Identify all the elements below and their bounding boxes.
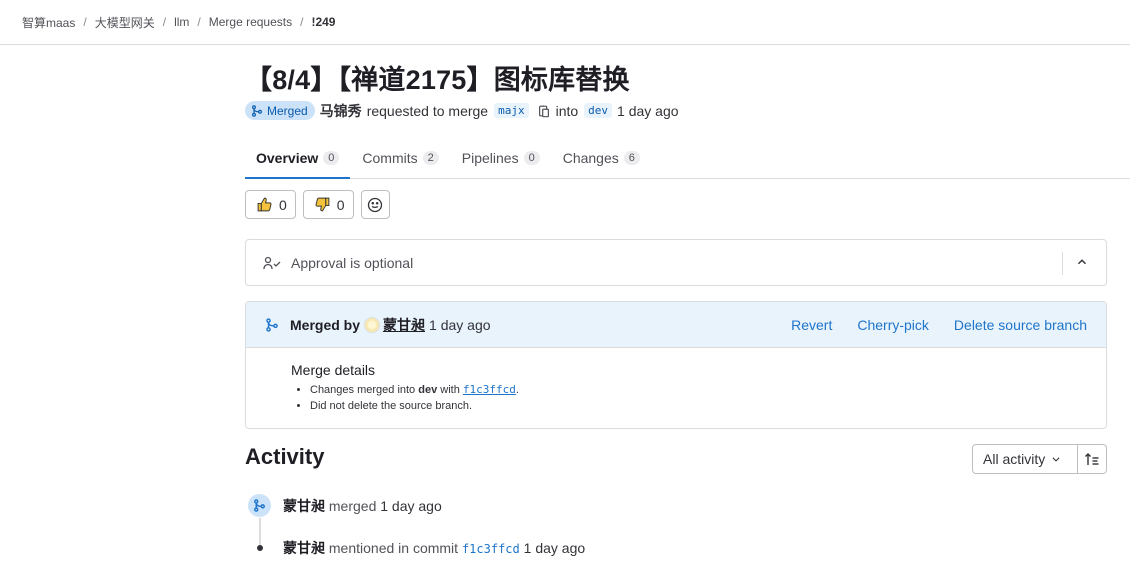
sort-icon [1085, 453, 1099, 465]
breadcrumb-separator: / [197, 15, 201, 29]
merge-details: Merge details Changes merged into dev wi… [246, 348, 1106, 412]
source-branch[interactable]: majx [494, 103, 529, 118]
tab-commits[interactable]: Commits 2 [351, 138, 449, 178]
delete-source-branch-button[interactable]: Delete source branch [954, 317, 1087, 333]
thumbs-down-icon [315, 197, 330, 212]
timeline-item: 蒙甘昶 mentioned in commit f1c3ffcd 1 day a… [283, 538, 585, 558]
breadcrumb-item-group[interactable]: 智算maas [22, 14, 75, 31]
into-text: into [555, 102, 579, 119]
detail-branch: dev [418, 384, 438, 396]
mr-time: 1 day ago [617, 102, 679, 119]
author-link[interactable]: 马锦秀 [320, 101, 362, 121]
cherry-pick-button[interactable]: Cherry-pick [857, 317, 929, 333]
timeline-merge-badge [248, 494, 271, 517]
merge-icon [252, 104, 262, 117]
copy-icon[interactable] [537, 104, 551, 118]
sort-direction-button[interactable] [1078, 444, 1107, 474]
thumbs-up-icon [257, 197, 272, 212]
tab-count: 0 [323, 151, 340, 165]
merged-by-user[interactable]: 蒙甘昶 [383, 315, 425, 335]
detail-text: . [515, 384, 519, 396]
add-reaction-button[interactable] [360, 190, 390, 219]
status-badge: Merged [245, 101, 315, 120]
merge-icon [266, 317, 278, 332]
breadcrumb-separator: / [300, 15, 304, 29]
merged-widget: Merged by 蒙甘昶 1 day ago Revert Cherry-pi… [245, 301, 1107, 429]
approval-divider [1062, 252, 1063, 275]
timeline-item: 蒙甘昶 merged 1 day ago [283, 496, 442, 516]
tab-label: Commits [362, 150, 418, 166]
thumbs-down-count: 0 [336, 196, 345, 213]
timeline-time: 1 day ago [523, 540, 586, 556]
tab-label: Overview [256, 150, 319, 166]
commit-sha-link[interactable]: f1c3ffcd [462, 542, 520, 556]
approval-icon [263, 256, 281, 269]
status-badge-label: Merged [267, 103, 308, 118]
timeline-user[interactable]: 蒙甘昶 [283, 540, 325, 556]
breadcrumb-item-current[interactable]: !249 [311, 15, 335, 29]
tab-label: Pipelines [461, 150, 519, 166]
merged-by-label: Merged by [290, 316, 361, 333]
breadcrumb-item-merge-requests[interactable]: Merge requests [209, 15, 292, 29]
timeline-time: 1 day ago [380, 498, 442, 514]
merge-icon [254, 499, 265, 512]
smiley-icon [367, 197, 383, 212]
breadcrumb-separator: / [162, 15, 167, 29]
tab-changes[interactable]: Changes 6 [552, 138, 651, 178]
activity-filter-label: All activity [983, 451, 1046, 467]
activity-controls: All activity [972, 444, 1107, 474]
mr-tabs: Overview 0 Commits 2 Pipelines 0 Changes… [245, 138, 1130, 179]
requested-text: requested to merge [366, 102, 489, 119]
tab-pipelines[interactable]: Pipelines 0 [451, 138, 551, 178]
tab-count: 2 [422, 151, 439, 165]
list-item: Changes merged into dev with f1c3ffcd. [310, 383, 1106, 396]
target-branch[interactable]: dev [584, 103, 613, 118]
timeline-dot [257, 545, 263, 551]
activity-title: Activity [245, 444, 325, 469]
tab-count: 6 [623, 151, 640, 165]
award-emoji-bar: 0 0 [245, 190, 390, 219]
merge-details-list: Changes merged into dev with f1c3ffcd. D… [291, 383, 1106, 412]
thumbs-up-button[interactable]: 0 [245, 190, 296, 219]
page-title: 【8/4】【禅道2175】图标库替换 [245, 65, 630, 95]
timeline-user[interactable]: 蒙甘昶 [283, 498, 325, 514]
merged-time: 1 day ago [429, 316, 491, 333]
revert-button[interactable]: Revert [791, 317, 832, 333]
mr-meta: Merged 马锦秀 requested to merge majx into … [245, 100, 679, 121]
approval-widget: Approval is optional [245, 239, 1107, 286]
chevron-up-icon[interactable] [1075, 255, 1089, 269]
thumbs-down-button[interactable]: 0 [302, 190, 354, 219]
commit-sha-link[interactable]: f1c3ffcd [463, 383, 516, 396]
timeline-action: mentioned in commit [328, 540, 459, 556]
activity-filter-dropdown[interactable]: All activity [972, 444, 1078, 474]
detail-text: with [440, 384, 460, 396]
breadcrumb-item-subgroup[interactable]: 大模型网关 [95, 14, 155, 31]
avatar[interactable] [364, 316, 381, 333]
tab-count: 0 [523, 151, 540, 165]
timeline-connector [259, 518, 261, 546]
merged-actions: Revert Cherry-pick Delete source branch [791, 302, 1087, 348]
tab-overview[interactable]: Overview 0 [245, 138, 351, 179]
breadcrumb-separator: / [83, 15, 87, 29]
chevron-down-icon [1052, 457, 1060, 462]
tab-label: Changes [562, 150, 619, 166]
thumbs-up-count: 0 [279, 196, 287, 213]
breadcrumb-item-project[interactable]: llm [174, 15, 189, 29]
approval-text: Approval is optional [291, 254, 414, 271]
merged-header: Merged by 蒙甘昶 1 day ago Revert Cherry-pi… [246, 302, 1106, 348]
timeline-action: merged [328, 498, 377, 514]
breadcrumb: 智算maas / 大模型网关 / llm / Merge requests / … [0, 0, 1130, 45]
detail-text: Changes merged into [310, 384, 416, 396]
merge-details-title: Merge details [291, 362, 376, 378]
list-item: Did not delete the source branch. [310, 400, 1106, 412]
